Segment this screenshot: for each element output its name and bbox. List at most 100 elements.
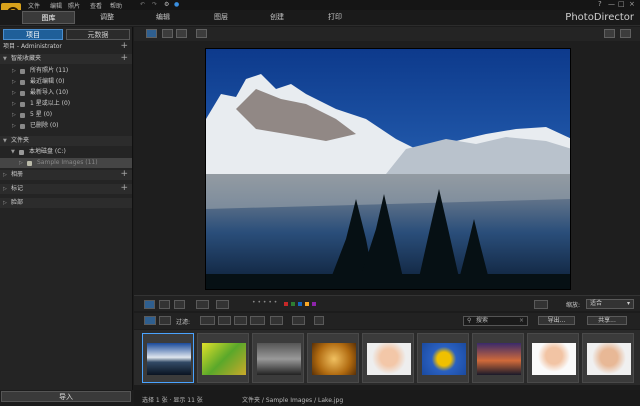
export-button[interactable]: 导出... (538, 316, 575, 325)
drive-item[interactable]: ▼ 本地磁盘 (C:) (0, 147, 132, 157)
label-green-icon[interactable] (291, 302, 295, 306)
thumbnail-image (422, 343, 466, 375)
color-filter-icon[interactable] (218, 316, 231, 325)
undo-icon[interactable]: ↶ (140, 1, 145, 8)
folder-item-sample-images[interactable]: ▷ Sample Images (11) (0, 158, 132, 168)
smart-item-imported[interactable]: ▷ 最新导入 (10) (0, 88, 132, 98)
thumbnail-image (202, 343, 246, 375)
compare-view-icon[interactable] (176, 29, 187, 38)
project-header: 项目 - Administrator + (3, 41, 128, 51)
menu-photo[interactable]: 照片 (68, 1, 80, 10)
label-purple-icon[interactable] (312, 302, 316, 306)
clear-search-icon[interactable]: × (519, 317, 524, 325)
menu-file[interactable]: 文件 (28, 1, 40, 10)
thumbnail-sunset[interactable] (472, 333, 524, 383)
tags-header[interactable]: ▷ 标记 + (0, 184, 132, 194)
albums-header[interactable]: ▷ 相册 + (0, 170, 132, 180)
large-thumbs-icon[interactable] (174, 300, 185, 309)
collection-icon (20, 124, 25, 129)
loupe-view-icon[interactable] (162, 29, 173, 38)
help-icon[interactable]: ? (598, 0, 602, 8)
second-display-icon[interactable] (196, 29, 207, 38)
thumbnail-lake[interactable] (142, 333, 194, 383)
medium-thumbs-icon[interactable] (159, 300, 170, 309)
tab-print[interactable]: 打印 (318, 11, 352, 24)
smart-item-all[interactable]: ▷ 所有照片 (11) (0, 66, 132, 76)
grid-mode-icon[interactable] (159, 316, 171, 325)
update-icon[interactable]: ● (174, 1, 179, 8)
thumbnail-image (477, 343, 521, 375)
tab-create[interactable]: 创建 (260, 11, 294, 24)
thumbnail-portrait[interactable] (362, 333, 414, 383)
label-blue-icon[interactable] (298, 302, 302, 306)
rotate-icon[interactable] (216, 300, 229, 309)
person-icon[interactable] (314, 316, 324, 325)
edit-filter-icon[interactable] (234, 316, 247, 325)
thumbnail-landscape[interactable] (252, 333, 304, 383)
menu-bar: 文件 编辑 照片 查看 帮助 ↶ ↷ ⚙ ● ? — □ × (0, 0, 640, 10)
zoom-select[interactable]: 适合 ▾ (586, 299, 634, 309)
thumbnail-image (587, 343, 631, 375)
add-tag-icon[interactable]: + (120, 184, 128, 193)
grid-view-icon[interactable] (146, 29, 157, 38)
list-mode-icon[interactable] (144, 316, 156, 325)
close-icon[interactable]: × (629, 0, 635, 8)
import-button[interactable]: 导入 (1, 391, 131, 402)
smart-item-1star[interactable]: ▷ 1 星或以上 (0) (0, 99, 132, 109)
tab-project[interactable]: 项目 (3, 29, 63, 40)
face-tag-icon[interactable] (196, 300, 209, 309)
add-smart-collection-icon[interactable]: + (120, 54, 128, 63)
redo-icon[interactable]: ↷ (152, 1, 157, 8)
tab-library[interactable]: 图库 (22, 11, 75, 24)
view-options-icon[interactable] (534, 300, 548, 309)
folders-header[interactable]: ▼ 文件夹 (0, 136, 132, 146)
expand-icon[interactable]: ▼ (3, 136, 7, 146)
thumbnail-strip (134, 330, 640, 385)
expand-icon[interactable]: ▷ (3, 198, 7, 208)
tab-edit[interactable]: 编辑 (146, 11, 180, 24)
rating-filter-icon[interactable] (250, 316, 265, 325)
smart-item-recent[interactable]: ▷ 最近编辑 (0) (0, 77, 132, 87)
share-button[interactable]: 共享... (587, 316, 627, 325)
main-photo[interactable] (205, 48, 571, 290)
search-icon: ⚲ (467, 317, 472, 324)
thumbnail-leaf[interactable] (197, 333, 249, 383)
flag-filter-icon[interactable] (200, 316, 215, 325)
menu-edit[interactable]: 编辑 (50, 1, 62, 10)
label-red-icon[interactable] (284, 302, 288, 306)
tab-adjust[interactable]: 调整 (90, 11, 124, 24)
expand-icon[interactable]: ▷ (3, 170, 7, 180)
maximize-icon[interactable]: □ (618, 0, 625, 8)
menu-view[interactable]: 查看 (90, 1, 102, 10)
thumbnail-spiral[interactable] (307, 333, 359, 383)
expand-icon[interactable]: ▷ (3, 184, 7, 194)
tab-metadata[interactable]: 元数据 (66, 29, 130, 40)
search-input[interactable]: ⚲ 搜索 × (463, 316, 528, 326)
minimize-icon[interactable]: — (608, 0, 615, 8)
thumbnail-sunflower[interactable] (417, 333, 469, 383)
status-bar: 选择 1 张 · 显示 11 张 文件夹 / Sample Images / L… (134, 390, 640, 406)
small-thumbs-icon[interactable] (144, 300, 155, 309)
thumbnail-girl[interactable] (527, 333, 579, 383)
smart-item-deleted[interactable]: ▷ 已删除 (0) (0, 121, 132, 131)
expand-icon[interactable]: ▼ (3, 54, 7, 64)
add-project-icon[interactable]: + (120, 42, 128, 51)
menu-help[interactable]: 帮助 (110, 1, 122, 10)
add-album-icon[interactable]: + (120, 170, 128, 179)
settings-icon[interactable]: ⚙ (164, 1, 169, 8)
thumbnail-image (257, 343, 301, 375)
stack-icon[interactable] (292, 316, 305, 325)
tab-layers[interactable]: 图层 (204, 11, 238, 24)
smart-item-5star[interactable]: ▷ 5 星 (0) (0, 110, 132, 120)
sort-icon[interactable] (270, 316, 283, 325)
zoom-tool-icon[interactable] (604, 29, 615, 38)
smart-collections-header[interactable]: ▼ 智能收藏夹 + (0, 54, 132, 64)
rating-stars-icon[interactable]: • • • • • (252, 299, 277, 306)
collection-icon (20, 91, 25, 96)
brand-name: PhotoDirector (565, 12, 634, 23)
faces-header[interactable]: ▷ 脸部 (0, 198, 132, 208)
thumbnail-image (147, 343, 191, 375)
hand-tool-icon[interactable] (620, 29, 631, 38)
label-yellow-icon[interactable] (305, 302, 309, 306)
thumbnail-woman[interactable] (582, 333, 634, 383)
